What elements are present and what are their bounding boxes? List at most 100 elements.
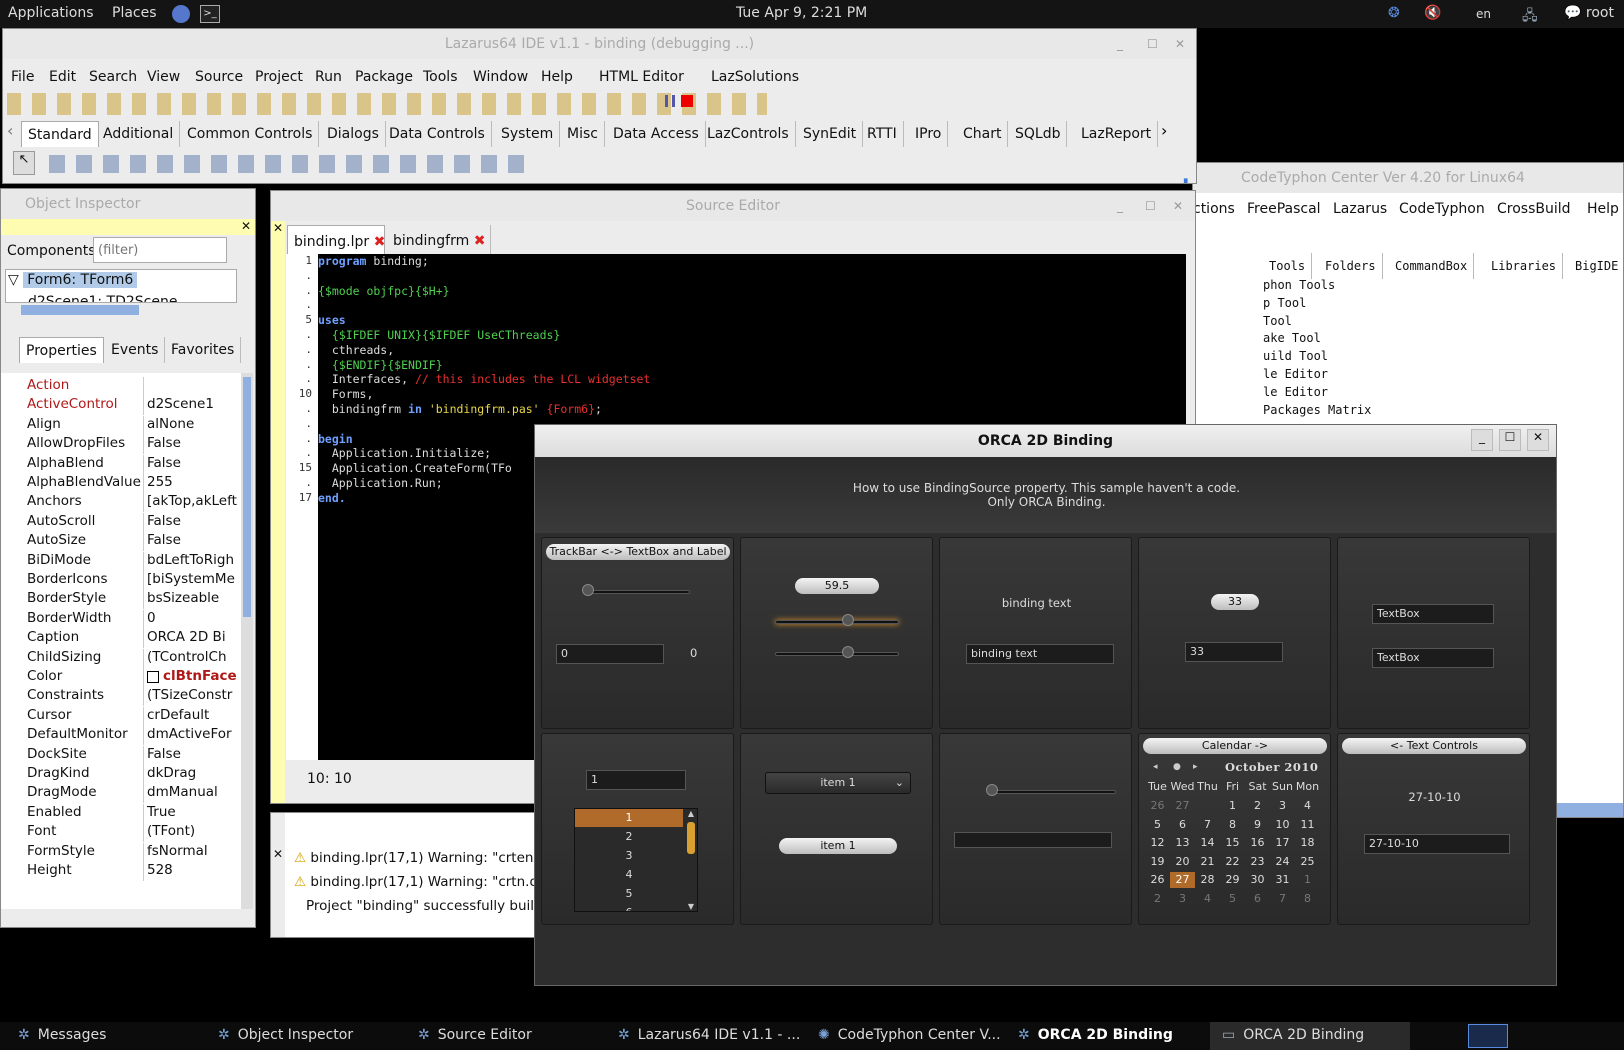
calendar-day[interactable]: 27 [1170,798,1195,814]
tab-additional[interactable]: Additional [97,121,181,147]
task-orca-binding[interactable]: ✲ ORCA 2D Binding [1018,1027,1173,1043]
calendar-day[interactable]: 5 [1145,817,1170,833]
tab-binding-lpr[interactable]: binding.lpr ✖ [287,225,385,255]
property-row[interactable]: AlphaBlendValue 255 [23,474,241,493]
calendar-day[interactable]: 30 [1245,872,1270,888]
calendar-day[interactable]: 18 [1295,835,1320,851]
calendar-day[interactable]: 21 [1195,854,1220,870]
menu-run[interactable]: Run [315,69,342,85]
tab-properties[interactable]: Properties [19,337,104,363]
list-item[interactable]: phon Tools [1263,277,1371,295]
property-row[interactable]: ▷BorderIcons[biSystemMe [23,571,241,590]
task-codetyphon[interactable]: ✺ CodeTyphon Center V... [818,1027,1001,1043]
property-row[interactable]: BorderStyle bsSizeable [23,590,241,610]
property-value[interactable]: bdLeftToRigh [147,552,234,568]
places-menu[interactable]: Places [112,5,157,21]
property-row[interactable]: AutoSize False [23,532,241,552]
property-value[interactable]: bsSizeable [147,590,219,606]
close-icon[interactable]: ✕ [1175,37,1185,51]
close-tab-icon[interactable]: ✖ [374,234,386,250]
arrow-down-icon[interactable]: ▼ [685,902,697,911]
codetyphon-menu-freepascal[interactable]: FreePascal [1247,201,1321,217]
property-value[interactable]: dmManual [147,784,218,800]
today-icon[interactable]: ● [1173,762,1181,772]
property-grid-scrollbar[interactable] [241,373,253,909]
property-value[interactable]: (TSizeConstr [147,687,232,703]
calendar-day[interactable]: 8 [1220,817,1245,833]
property-value[interactable]: ORCA 2D Bi [147,629,226,645]
property-value[interactable]: 255 [147,474,173,490]
calendar-day[interactable]: 7 [1195,817,1220,833]
property-value[interactable]: d2Scene1 [147,396,214,412]
listbox-index-textbox[interactable]: 1 [586,770,686,790]
calendar-day[interactable]: 2 [1245,798,1270,814]
tab-sqldb[interactable]: SQLdb [1009,121,1068,147]
calendar-day[interactable]: 24 [1270,854,1295,870]
calendar-day[interactable]: 20 [1170,854,1195,870]
minimize-icon[interactable]: _ [1117,199,1123,213]
menu-tools[interactable]: Tools [423,69,458,85]
textbox-2[interactable]: TextBox [1372,648,1494,668]
tab-lazcontrols[interactable]: LazControls [701,121,796,147]
calendar-day[interactable]: 3 [1170,891,1195,907]
message-warning-1[interactable]: ⚠ binding.lpr(17,1) Warning: "crtend [294,850,542,866]
tab-ipro[interactable]: IPro [909,121,949,147]
pause-icon[interactable] [665,95,675,107]
menu-project[interactable]: Project [255,69,303,85]
chevron-left-icon[interactable]: ‹ [7,121,13,140]
user-menu[interactable]: 💬 root [1564,5,1614,21]
tab-libraries[interactable]: Libraries [1485,253,1564,279]
property-row[interactable]: Align alNone [23,415,241,435]
ide-toolbar[interactable] [7,93,767,115]
property-row[interactable]: FormStyle fsNormal [23,842,241,862]
property-value[interactable]: dkDrag [147,765,196,781]
close-icon[interactable]: ✕ [1527,429,1549,451]
date-textbox[interactable]: 27-10-10 [1364,834,1510,854]
tab-dialogs[interactable]: Dialogs [321,121,386,147]
maximize-icon[interactable]: ☐ [1499,429,1521,451]
task-orca-binding-2[interactable]: ▭ ORCA 2D Binding [1210,1022,1410,1050]
list-item[interactable]: 5 [575,884,683,903]
list-item[interactable]: Packages Matrix [1263,402,1371,420]
listbox[interactable]: 1 2 3 4 5 6 ▲ ▼ [574,808,698,912]
scrollbar-thumb[interactable] [687,822,695,854]
property-value[interactable]: fsNormal [147,843,208,859]
close-tab-icon[interactable]: ✖ [474,233,486,249]
list-item[interactable]: 2 [575,827,683,846]
menu-lazsolutions[interactable]: LazSolutions [711,69,799,85]
property-value[interactable]: False [147,746,181,762]
tab-system[interactable]: System [495,121,561,147]
terminal-icon[interactable]: >_ [200,5,220,23]
chevron-right-icon[interactable]: › [1161,121,1167,140]
property-row[interactable]: ▷Font(TFont) [23,823,241,843]
calendar-day[interactable]: 12 [1145,835,1170,851]
property-value[interactable]: 528 [147,862,173,878]
codetyphon-menu-crossbuild[interactable]: CrossBuild [1497,201,1571,217]
calendar-day[interactable]: 16 [1245,835,1270,851]
list-item[interactable]: p Tool [1263,295,1371,313]
calendar-day[interactable]: 13 [1170,835,1195,851]
list-item[interactable]: uild Tool [1263,348,1371,366]
keyboard-layout[interactable]: en [1476,7,1491,21]
calendar-day[interactable]: 22 [1220,854,1245,870]
workspace-switcher[interactable] [1468,1024,1508,1048]
calendar-day[interactable]: 9 [1245,817,1270,833]
property-value[interactable]: clBtnFace [163,668,237,684]
codetyphon-menu-codetyphon[interactable]: CodeTyphon [1399,201,1485,217]
calendar-day[interactable]: 1 [1295,872,1320,888]
property-row[interactable]: Caption ORCA 2D Bi [23,629,241,649]
minimize-icon[interactable]: _ [1117,37,1123,51]
tree-scrollbar-thumb[interactable] [21,305,139,315]
property-value[interactable]: 0 [147,610,156,626]
menu-view[interactable]: View [147,69,180,85]
calendar-day[interactable]: 5 [1220,891,1245,907]
calendar-day[interactable]: 7 [1270,891,1295,907]
close-icon[interactable]: ✕ [271,221,283,235]
arrow-down-icon[interactable]: ⬇ [1179,175,1192,183]
task-object-inspector[interactable]: ✲ Object Inspector [218,1027,353,1043]
property-row[interactable]: DefaultMonitor dmActiveFor [23,726,241,746]
property-value[interactable]: (TFont) [147,823,195,839]
calendar-day[interactable]: 3 [1270,798,1295,814]
list-item[interactable]: Tool [1263,313,1371,331]
calendar-day[interactable]: 27 [1170,872,1195,888]
